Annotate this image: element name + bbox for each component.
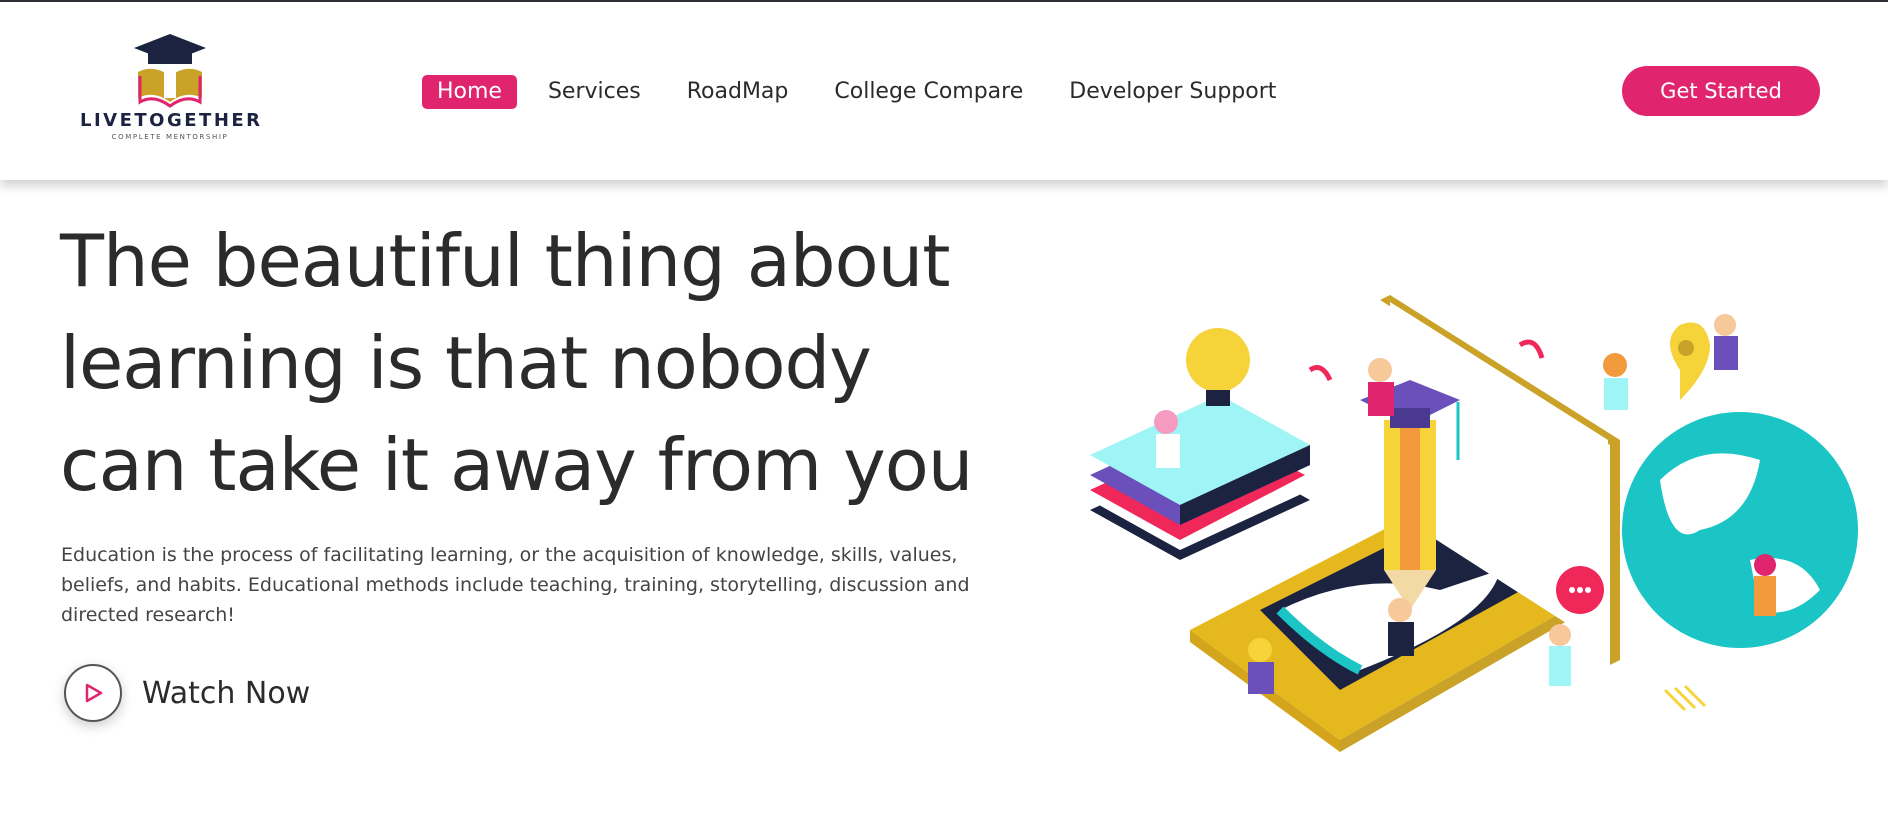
watch-now-button[interactable]: Watch Now [64, 664, 310, 722]
brand-name: LIVETOGETHER [80, 110, 263, 131]
nav-developer-support[interactable]: Developer Support [1054, 75, 1291, 109]
site-header: LIVETOGETHER COMPLETE MENTORSHIP Home Se… [0, 2, 1888, 180]
watch-now-label: Watch Now [142, 675, 311, 711]
isometric-education-illustration [1090, 295, 1858, 752]
hero-title-line: The beautiful thing about [60, 219, 950, 303]
nav-services[interactable]: Services [533, 75, 656, 109]
play-button[interactable] [64, 664, 122, 722]
logo[interactable]: LIVETOGETHER COMPLETE MENTORSHIP [80, 32, 260, 152]
nav-home[interactable]: Home [422, 75, 517, 109]
main-nav: Home Services RoadMap College Compare De… [422, 74, 1307, 110]
brand-tagline: COMPLETE MENTORSHIP [111, 133, 229, 141]
hero-description-line: directed research! [61, 604, 235, 626]
get-started-button[interactable]: Get Started [1622, 66, 1820, 116]
graduation-cap-book-icon [134, 34, 206, 108]
hero-description-line: Education is the process of facilitating… [61, 544, 958, 566]
hero-title-line: learning is that nobody [60, 321, 872, 405]
hero-description: Education is the process of facilitating… [61, 540, 970, 630]
hero-description-line: beliefs, and habits. Educational methods… [61, 574, 970, 596]
play-icon [85, 683, 103, 703]
hero-title-line: can take it away from you [60, 423, 973, 507]
hero-illustration [1060, 290, 1860, 790]
hero-title: The beautiful thing about learning is th… [60, 210, 1020, 516]
nav-roadmap[interactable]: RoadMap [672, 75, 804, 109]
nav-college-compare[interactable]: College Compare [819, 75, 1038, 109]
